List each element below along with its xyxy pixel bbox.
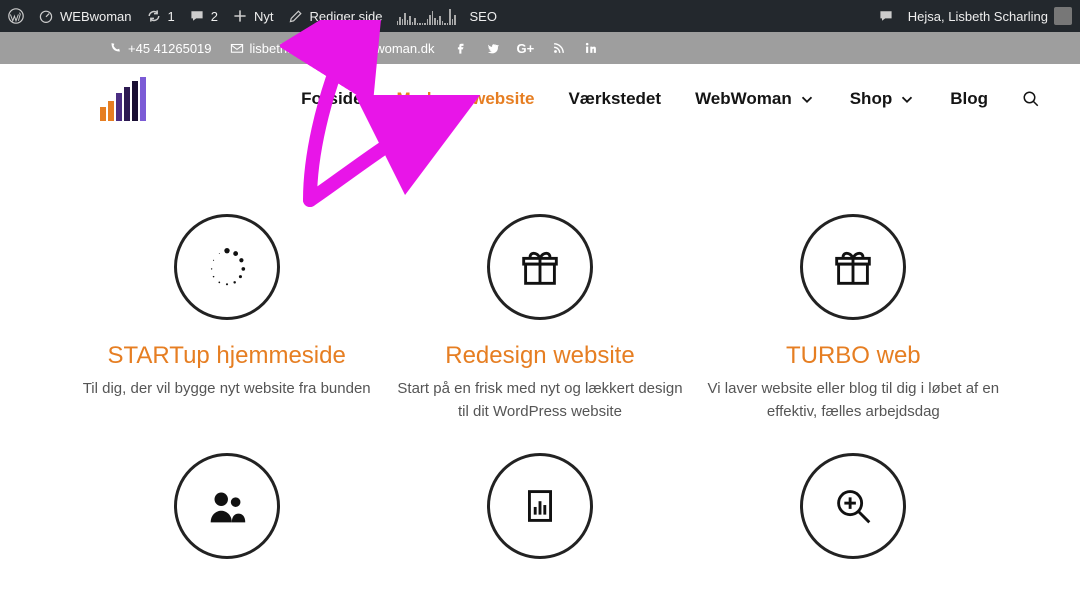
sparkline-icon bbox=[397, 7, 456, 25]
pencil-icon bbox=[288, 8, 304, 24]
greeting-text: Hejsa, Lisbeth Scharling bbox=[908, 9, 1048, 24]
rss-icon bbox=[552, 41, 566, 55]
comments-count: 2 bbox=[211, 9, 218, 24]
card-title: Redesign website bbox=[390, 342, 690, 370]
site-name-text: WEBwoman bbox=[60, 9, 132, 24]
menu-shop[interactable]: Shop bbox=[850, 89, 917, 109]
social-google[interactable]: G+ bbox=[517, 41, 535, 56]
new-content[interactable]: Nyt bbox=[232, 8, 274, 24]
social-rss[interactable] bbox=[552, 41, 566, 55]
card-desc: Vi laver website eller blog til dig i lø… bbox=[703, 378, 1003, 423]
card-title: STARTup hjemmeside bbox=[77, 342, 377, 370]
gift-icon bbox=[800, 214, 906, 320]
stats-sparkline[interactable] bbox=[397, 7, 456, 25]
main-nav: Forside Moderne website Værkstedet WebWo… bbox=[0, 64, 1080, 134]
email[interactable]: lisbeth.schar webwoman.dk bbox=[230, 41, 435, 56]
phone-icon bbox=[108, 41, 122, 55]
logo[interactable] bbox=[100, 77, 146, 121]
menu-blog[interactable]: Blog bbox=[950, 89, 988, 109]
mail-icon bbox=[230, 41, 244, 55]
comment-icon bbox=[878, 8, 894, 24]
edit-page[interactable]: Rediger side bbox=[288, 8, 383, 24]
card-startup[interactable]: STARTup hjemmeside Til dig, der vil bygg… bbox=[77, 214, 377, 423]
card-title: TURBO web bbox=[703, 342, 1003, 370]
avatar bbox=[1054, 7, 1072, 25]
plus-icon bbox=[232, 8, 248, 24]
search-icon bbox=[1022, 90, 1040, 108]
dashboard-icon bbox=[38, 8, 54, 24]
menu-forside[interactable]: Forside bbox=[301, 89, 362, 109]
chart-doc-icon[interactable] bbox=[487, 453, 593, 559]
notifications[interactable] bbox=[878, 8, 894, 24]
menu: Forside Moderne website Værkstedet WebWo… bbox=[301, 89, 1040, 109]
zoom-in-icon[interactable] bbox=[800, 453, 906, 559]
card-desc: Til dig, der vil bygge nyt website fra b… bbox=[77, 378, 377, 401]
twitter-icon bbox=[485, 41, 499, 55]
linkedin-icon bbox=[584, 41, 598, 55]
wp-admin-bar: WEBwoman 1 2 Nyt Rediger side bbox=[0, 0, 1080, 32]
card-turbo[interactable]: TURBO web Vi laver website eller blog ti… bbox=[703, 214, 1003, 423]
phone-text: +45 41265019 bbox=[128, 41, 212, 56]
phone[interactable]: +45 41265019 bbox=[108, 41, 212, 56]
seo[interactable]: SEO bbox=[470, 9, 497, 24]
updates[interactable]: 1 bbox=[146, 8, 175, 24]
chevron-down-icon bbox=[898, 90, 916, 108]
users-icon[interactable] bbox=[174, 453, 280, 559]
wordpress-icon bbox=[8, 8, 24, 24]
site-name[interactable]: WEBwoman bbox=[38, 8, 132, 24]
account[interactable]: Hejsa, Lisbeth Scharling bbox=[908, 7, 1072, 25]
social-linkedin[interactable] bbox=[584, 41, 598, 55]
menu-moderne-website[interactable]: Moderne website bbox=[397, 89, 535, 109]
updates-count: 1 bbox=[168, 9, 175, 24]
feature-cards-row2 bbox=[0, 433, 1080, 559]
chevron-down-icon bbox=[798, 90, 816, 108]
refresh-icon bbox=[146, 8, 162, 24]
edit-label: Rediger side bbox=[310, 9, 383, 24]
email-text: lisbeth.schar webwoman.dk bbox=[250, 41, 435, 56]
search-button[interactable] bbox=[1022, 90, 1040, 108]
loader-icon bbox=[174, 214, 280, 320]
menu-vaerkstedet[interactable]: Værkstedet bbox=[568, 89, 661, 109]
card-desc: Start på en frisk med nyt og lækkert des… bbox=[390, 378, 690, 423]
contact-strip: +45 41265019 lisbeth.schar webwoman.dk G… bbox=[0, 32, 1080, 64]
comments[interactable]: 2 bbox=[189, 8, 218, 24]
new-label: Nyt bbox=[254, 9, 274, 24]
menu-webwoman[interactable]: WebWoman bbox=[695, 89, 816, 109]
comment-icon bbox=[189, 8, 205, 24]
facebook-icon bbox=[453, 41, 467, 55]
card-redesign[interactable]: Redesign website Start på en frisk med n… bbox=[390, 214, 690, 423]
feature-cards: STARTup hjemmeside Til dig, der vil bygg… bbox=[0, 134, 1080, 433]
gift-icon bbox=[487, 214, 593, 320]
social-twitter[interactable] bbox=[485, 41, 499, 55]
seo-label: SEO bbox=[470, 9, 497, 24]
wp-logo[interactable] bbox=[8, 8, 24, 24]
social-facebook[interactable] bbox=[453, 41, 467, 55]
